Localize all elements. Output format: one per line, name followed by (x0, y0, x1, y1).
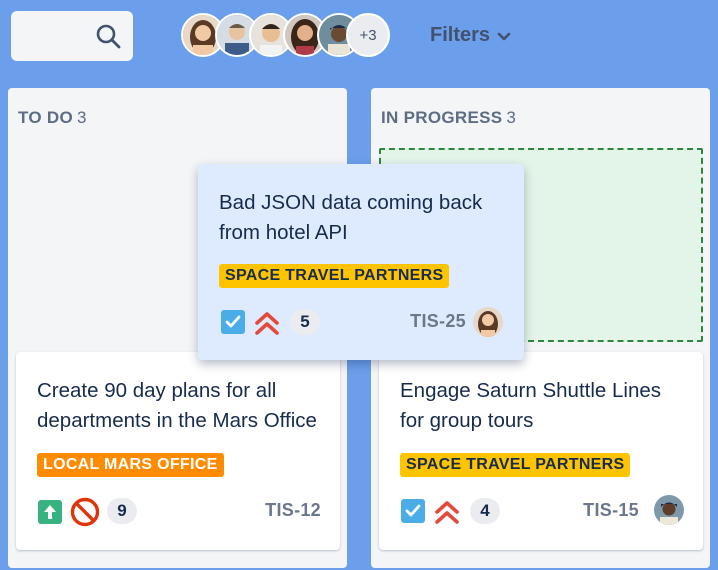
task-checkbox-icon (221, 310, 245, 339)
card-title: Engage Saturn Shuttle Lines for group to… (400, 379, 661, 432)
card-footer: 5 TIS-25 (219, 307, 506, 339)
highest-priority-icon (254, 309, 280, 342)
search-field[interactable] (11, 11, 133, 61)
issue-key[interactable]: TIS-25 (410, 311, 466, 332)
issue-key[interactable]: TIS-12 (265, 500, 321, 521)
more-avatars-button[interactable]: +3 (346, 13, 390, 57)
column-title: IN PROGRESS (381, 108, 503, 127)
assignee-avatar[interactable] (473, 307, 503, 337)
column-count: 3 (506, 108, 517, 127)
card-footer: 9 TIS-12 (37, 496, 322, 528)
card-footer: 4 TIS-15 (400, 495, 685, 531)
task-checkbox-icon (401, 499, 425, 528)
story-points-badge: 5 (290, 309, 320, 335)
highest-priority-icon (434, 498, 460, 531)
chevron-down-icon (497, 32, 511, 40)
column-title: TO DO (18, 108, 74, 127)
improvement-arrow-icon (38, 500, 62, 529)
filters-dropdown[interactable]: Filters (430, 24, 512, 47)
epic-label[interactable]: LOCAL MARS OFFICE (37, 453, 224, 477)
dragging-issue-card[interactable]: Bad JSON data coming back from hotel API… (198, 164, 524, 360)
card-title: Create 90 day plans for all departments … (37, 379, 317, 432)
issue-card[interactable]: Create 90 day plans for all departments … (16, 352, 340, 550)
search-icon (96, 24, 121, 49)
filters-label: Filters (430, 24, 491, 46)
column-header: TO DO 3 (18, 108, 87, 128)
story-points-badge: 9 (107, 498, 137, 524)
column-count: 3 (77, 108, 87, 127)
story-points-badge: 4 (470, 498, 500, 524)
card-title: Bad JSON data coming back from hotel API (219, 191, 483, 244)
epic-label[interactable]: SPACE TRAVEL PARTNERS (400, 453, 631, 477)
issue-card[interactable]: Engage Saturn Shuttle Lines for group to… (379, 352, 703, 550)
assignee-avatar[interactable] (654, 495, 684, 525)
epic-label[interactable]: SPACE TRAVEL PARTNERS (219, 264, 450, 288)
blocker-icon (70, 497, 100, 532)
issue-key[interactable]: TIS-15 (583, 500, 639, 521)
column-header: IN PROGRESS 3 (381, 108, 516, 128)
